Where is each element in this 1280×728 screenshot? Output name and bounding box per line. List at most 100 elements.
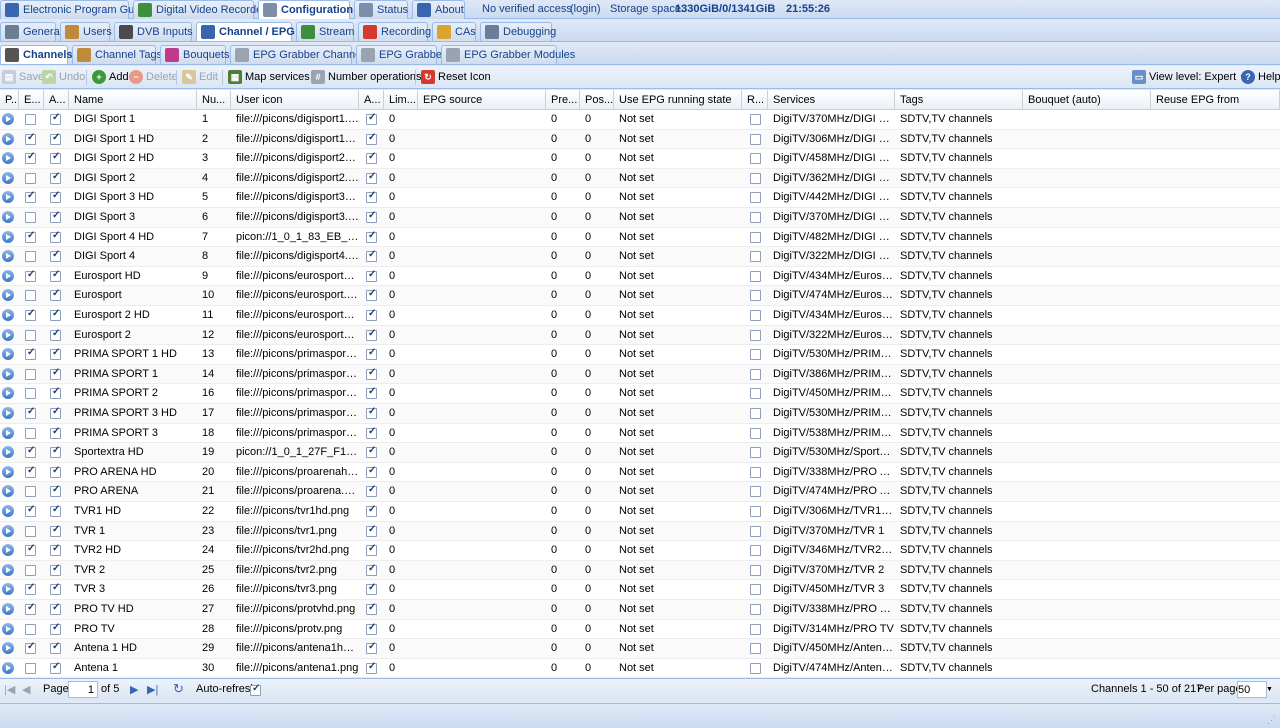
post-padding-cell[interactable]: 0 — [580, 482, 614, 501]
autoicon-checkbox[interactable] — [366, 563, 377, 576]
services-cell[interactable]: DigiTV/370MHz/TVR 2 — [768, 561, 895, 580]
remote-timeshift-checkbox[interactable] — [750, 270, 761, 282]
sub-tab-epg-grabber-channels[interactable]: EPG Grabber Channels — [230, 45, 369, 64]
services-cell[interactable]: DigiTV/450MHz/PRIMA S... — [768, 384, 895, 403]
limit-cell[interactable]: 0 — [384, 561, 418, 580]
user-icon-cell[interactable]: file:///picons/eurosport.png — [231, 286, 359, 305]
remote-timeshift-checkbox[interactable] — [750, 349, 761, 361]
post-padding-cell[interactable]: 0 — [580, 247, 614, 266]
post-padding-cell[interactable]: 0 — [580, 620, 614, 639]
pre-padding-cell[interactable]: 0 — [546, 659, 580, 678]
play-icon[interactable] — [2, 661, 14, 674]
autoicon-checkbox[interactable] — [366, 288, 377, 302]
services-cell[interactable]: DigiTV/530MHz/PRIMA S... — [768, 345, 895, 364]
services-cell[interactable]: DigiTV/370MHz/TVR 1 — [768, 522, 895, 541]
tags-cell[interactable]: SDTV,TV channels — [895, 463, 1023, 482]
number-cell[interactable]: 12 — [197, 326, 231, 345]
auto-name-checkbox[interactable] — [50, 386, 61, 400]
remote-timeshift-checkbox[interactable] — [750, 133, 761, 145]
services-cell[interactable]: DigiTV/306MHz/DIGI Spor... — [768, 130, 895, 149]
number-cell[interactable]: 18 — [197, 424, 231, 443]
play-icon[interactable] — [2, 387, 14, 400]
config-tab-debugging[interactable]: Debugging — [480, 22, 556, 41]
auto-name-checkbox[interactable] — [50, 524, 61, 537]
epg-running-cell[interactable]: Not set — [614, 306, 742, 325]
services-cell[interactable]: DigiTV/362MHz/DIGI Spor... — [768, 169, 895, 188]
services-cell[interactable]: DigiTV/474MHz/PRO ARE... — [768, 482, 895, 501]
column-header[interactable]: Lim... — [384, 90, 418, 110]
services-cell[interactable]: DigiTV/322MHz/Eurosport 2 — [768, 326, 895, 345]
user-icon-cell[interactable]: file:///picons/primasport1h... — [231, 345, 359, 364]
services-cell[interactable]: DigiTV/338MHz/PRO TV HD — [768, 600, 895, 619]
table-row[interactable]: Antena 130file:///picons/antena1.png000N… — [0, 659, 1280, 678]
sub-tab-epg-grabber[interactable]: EPG Grabber — [356, 45, 446, 64]
epg-running-cell[interactable]: Not set — [614, 188, 742, 207]
epg-running-cell[interactable]: Not set — [614, 639, 742, 658]
post-padding-cell[interactable]: 0 — [580, 424, 614, 443]
services-cell[interactable]: DigiTV/458MHz/DIGI Spor... — [768, 149, 895, 168]
auto-name-checkbox[interactable] — [50, 249, 61, 263]
per-page-select[interactable] — [1237, 681, 1267, 698]
name-cell[interactable]: Antena 1 HD — [69, 639, 197, 658]
autoicon-checkbox[interactable] — [366, 269, 377, 282]
auto-name-checkbox[interactable] — [50, 288, 61, 302]
post-padding-cell[interactable]: 0 — [580, 188, 614, 207]
name-cell[interactable]: TVR 3 — [69, 580, 197, 599]
enabled-checkbox[interactable] — [25, 329, 36, 341]
pre-padding-cell[interactable]: 0 — [546, 365, 580, 384]
config-tab-recording[interactable]: Recording — [358, 22, 431, 41]
play-icon[interactable] — [2, 563, 14, 576]
enabled-checkbox[interactable] — [25, 290, 36, 302]
epg-running-cell[interactable]: Not set — [614, 580, 742, 599]
autoicon-checkbox[interactable] — [366, 641, 377, 655]
play-icon[interactable] — [2, 485, 14, 498]
play-icon[interactable] — [2, 191, 14, 204]
name-cell[interactable]: PRIMA SPORT 1 — [69, 365, 197, 384]
pre-padding-cell[interactable]: 0 — [546, 169, 580, 188]
remote-timeshift-checkbox[interactable] — [750, 231, 761, 243]
post-padding-cell[interactable]: 0 — [580, 149, 614, 168]
tags-cell[interactable]: SDTV,TV channels — [895, 443, 1023, 462]
services-cell[interactable]: DigiTV/370MHz/DIGI Spor... — [768, 208, 895, 227]
column-header[interactable]: EPG source — [418, 90, 546, 110]
number-cell[interactable]: 8 — [197, 247, 231, 266]
enabled-checkbox[interactable] — [25, 582, 36, 596]
post-padding-cell[interactable]: 0 — [580, 404, 614, 423]
epg-running-cell[interactable]: Not set — [614, 326, 742, 345]
table-row[interactable]: PRIMA SPORT 318file:///picons/primasport… — [0, 424, 1280, 444]
epg-running-cell[interactable]: Not set — [614, 384, 742, 403]
limit-cell[interactable]: 0 — [384, 639, 418, 658]
auto-name-checkbox[interactable] — [50, 484, 61, 498]
autoicon-checkbox[interactable] — [366, 230, 377, 243]
post-padding-cell[interactable]: 0 — [580, 639, 614, 658]
tags-cell[interactable]: SDTV,TV channels — [895, 365, 1023, 384]
name-cell[interactable]: Eurosport 2 — [69, 326, 197, 345]
remote-timeshift-checkbox[interactable] — [750, 545, 761, 557]
user-icon-cell[interactable]: file:///picons/tvr1hd.png — [231, 502, 359, 521]
autoicon-checkbox[interactable] — [366, 524, 377, 537]
play-icon[interactable] — [2, 642, 14, 655]
table-row[interactable]: DIGI Sport 24file:///picons/digisport2.p… — [0, 168, 1280, 189]
epg-running-cell[interactable]: Not set — [614, 541, 742, 560]
services-cell[interactable]: DigiTV/338MHz/PRO ARE... — [768, 463, 895, 482]
column-header[interactable]: Reuse EPG from — [1151, 90, 1280, 110]
remote-timeshift-checkbox[interactable] — [750, 447, 761, 459]
table-row[interactable]: TVR 225file:///picons/tvr2.png000Not set… — [0, 560, 1280, 581]
autoicon-checkbox[interactable] — [366, 151, 377, 165]
services-cell[interactable]: DigiTV/450MHz/TVR 3 — [768, 580, 895, 599]
limit-cell[interactable]: 0 — [384, 228, 418, 247]
epg-running-cell[interactable]: Not set — [614, 522, 742, 541]
epg-running-cell[interactable]: Not set — [614, 169, 742, 188]
name-cell[interactable]: PRO TV HD — [69, 600, 197, 619]
tags-cell[interactable]: SDTV,TV channels — [895, 482, 1023, 501]
table-row[interactable]: DIGI Sport 1 HD2file:///picons/digisport… — [0, 129, 1280, 150]
play-icon[interactable] — [2, 132, 14, 145]
post-padding-cell[interactable]: 0 — [580, 208, 614, 227]
user-icon-cell[interactable]: file:///picons/protv.png — [231, 620, 359, 639]
services-cell[interactable]: DigiTV/314MHz/PRO TV — [768, 620, 895, 639]
auto-name-checkbox[interactable] — [50, 151, 61, 165]
epg-running-cell[interactable]: Not set — [614, 561, 742, 580]
tags-cell[interactable]: SDTV,TV channels — [895, 306, 1023, 325]
services-cell[interactable]: DigiTV/346MHz/TVR2 HD — [768, 541, 895, 560]
autoicon-checkbox[interactable] — [366, 347, 377, 361]
